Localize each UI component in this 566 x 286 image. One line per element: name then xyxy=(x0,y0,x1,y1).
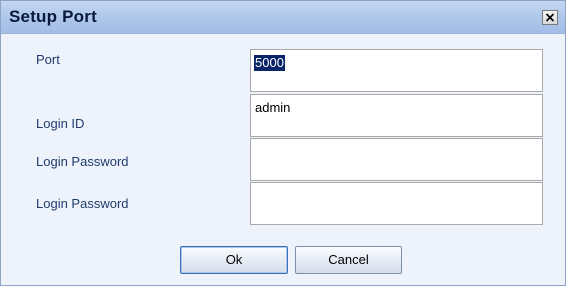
dialog-title: Setup Port xyxy=(9,7,97,26)
close-button[interactable] xyxy=(542,10,558,25)
port-value: 5000 xyxy=(254,55,285,71)
login-password-confirm-label: Login Password xyxy=(36,196,129,211)
port-label: Port xyxy=(36,52,60,67)
login-password-label: Login Password xyxy=(36,154,129,169)
login-id-label: Login ID xyxy=(36,116,85,131)
ok-button[interactable]: Ok xyxy=(180,246,288,274)
login-password-input[interactable] xyxy=(250,138,543,181)
port-input[interactable]: 5000 xyxy=(250,49,543,92)
login-password-confirm-input[interactable] xyxy=(250,182,543,225)
cancel-button[interactable]: Cancel xyxy=(295,246,402,274)
title-bar[interactable]: Setup Port xyxy=(1,1,565,34)
login-id-input[interactable]: admin xyxy=(250,94,543,137)
close-icon xyxy=(545,13,555,22)
setup-port-dialog: Setup Port Port 5000 Login ID admin Logi… xyxy=(0,0,566,286)
login-id-value: admin xyxy=(255,100,291,115)
